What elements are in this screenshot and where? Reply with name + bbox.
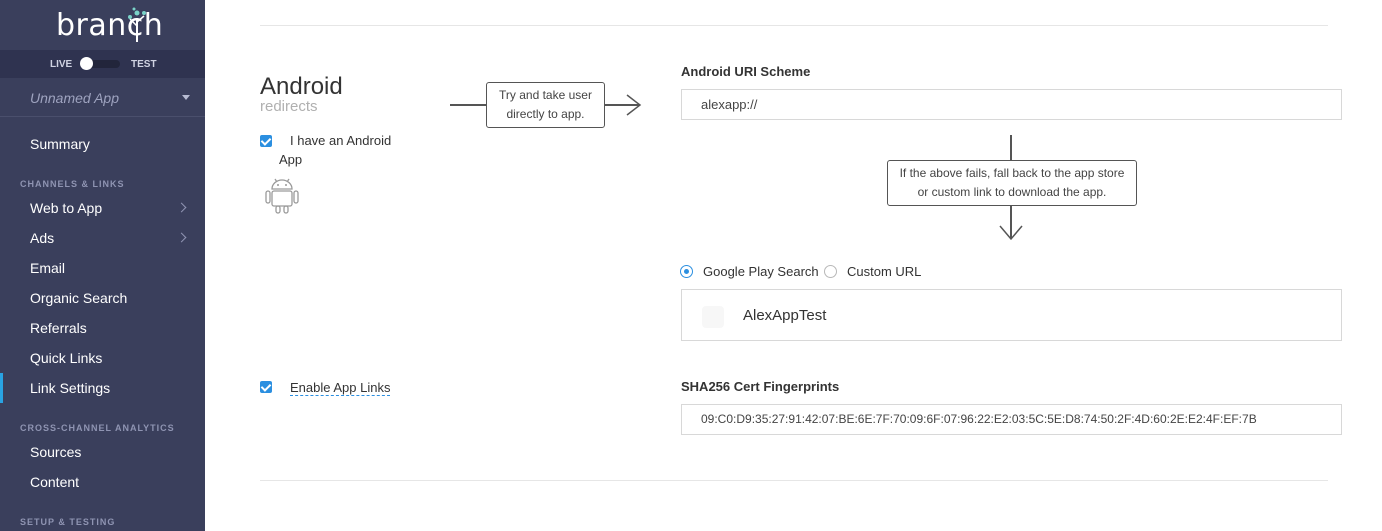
section-channels-links: CHANNELS & LINKS <box>20 179 125 189</box>
android-subtitle: redirects <box>260 98 318 115</box>
sidebar-item-label: Link Settings <box>30 380 111 396</box>
caret-down-icon <box>182 95 190 100</box>
has-android-app-label-wrap[interactable]: App <box>279 150 302 169</box>
arrow-head-down-icon <box>999 225 1023 241</box>
sidebar-item-web-to-app[interactable]: Web to App <box>0 193 205 223</box>
sidebar-item-ads[interactable]: Ads <box>0 223 205 253</box>
sidebar: branch LIVE TEST Unnamed App Summary CHA… <box>0 0 205 531</box>
android-title: Android <box>260 73 343 100</box>
env-toggle-knob[interactable] <box>80 57 93 70</box>
sidebar-item-quick-links[interactable]: Quick Links <box>0 343 205 373</box>
has-android-app-label-line2: App <box>279 152 303 167</box>
sidebar-item-label: Email <box>30 260 66 276</box>
env-live-label: LIVE <box>50 59 73 70</box>
sha256-input[interactable]: 09:C0:D9:35:27:91:42:07:BE:6E:7F:70:09:6… <box>681 404 1342 435</box>
sidebar-item-label: Summary <box>30 136 90 152</box>
sidebar-item-link-settings[interactable]: Link Settings <box>0 373 205 403</box>
section-divider-top <box>260 25 1328 26</box>
sidebar-item-label: Ads <box>30 230 55 246</box>
tip-try-app-line1: Try and take user <box>499 88 592 102</box>
environment-switch: LIVE TEST <box>0 50 205 78</box>
selected-app-name: AlexAppTest <box>743 307 827 324</box>
enable-app-links-checkbox[interactable] <box>260 381 272 393</box>
tip-try-app-line2: directly to app. <box>506 107 585 121</box>
sha256-label: SHA256 Cert Fingerprints <box>681 379 840 394</box>
sidebar-item-referrals[interactable]: Referrals <box>0 313 205 343</box>
tip-try-app: Try and take user directly to app. <box>486 82 605 128</box>
sidebar-item-sources[interactable]: Sources <box>0 437 205 467</box>
uri-scheme-label: Android URI Scheme <box>681 64 811 79</box>
radio-custom-url[interactable] <box>824 265 837 278</box>
chevron-right-icon <box>176 232 187 243</box>
section-cross-channel-analytics: CROSS-CHANNEL ANALYTICS <box>20 423 175 433</box>
play-store-app-select[interactable]: AlexAppTest <box>681 289 1342 341</box>
section-divider-bottom <box>260 480 1328 481</box>
section-setup-testing: SETUP & TESTING <box>20 517 116 527</box>
tip-fallback-line2: or custom link to download the app. <box>917 185 1107 199</box>
sidebar-item-summary[interactable]: Summary <box>0 129 205 159</box>
has-android-app-label-line1: I have an Android <box>290 133 392 148</box>
sidebar-item-organic-search[interactable]: Organic Search <box>0 283 205 313</box>
sidebar-item-label: Content <box>30 474 80 490</box>
sidebar-item-label: Referrals <box>30 320 87 336</box>
radio-google-play-search[interactable] <box>680 265 693 278</box>
chevron-right-icon <box>176 202 187 213</box>
app-name: Unnamed App <box>30 90 119 106</box>
uri-scheme-input[interactable]: alexapp:// <box>681 89 1342 120</box>
has-android-app-label[interactable]: I have an Android <box>290 131 391 150</box>
sidebar-item-label: Quick Links <box>30 350 103 366</box>
sidebar-item-email[interactable]: Email <box>0 253 205 283</box>
env-toggle[interactable] <box>80 57 120 70</box>
app-thumbnail <box>702 306 724 328</box>
enable-app-links-label-wrap[interactable]: Enable App Links <box>290 378 391 397</box>
sidebar-item-content[interactable]: Content <box>0 467 205 497</box>
main-content: Android redirects I have an Android App … <box>205 0 1382 531</box>
sidebar-item-label: Web to App <box>30 200 103 216</box>
sidebar-item-label: Organic Search <box>30 290 128 306</box>
app-selector[interactable]: Unnamed App <box>0 79 205 117</box>
android-robot-icon <box>265 178 299 214</box>
env-test-label: TEST <box>131 59 157 70</box>
sprout-icon <box>128 7 146 42</box>
arrow-head-right-icon <box>626 94 642 116</box>
radio-google-play-search-label[interactable]: Google Play Search <box>703 264 819 279</box>
enable-app-links-label[interactable]: Enable App Links <box>290 380 391 396</box>
tip-fallback-line1: If the above fails, fall back to the app… <box>899 166 1125 180</box>
sidebar-item-label: Sources <box>30 444 82 460</box>
tip-fallback: If the above fails, fall back to the app… <box>887 160 1137 206</box>
has-android-app-checkbox[interactable] <box>260 135 272 147</box>
radio-custom-url-label[interactable]: Custom URL <box>847 264 921 279</box>
